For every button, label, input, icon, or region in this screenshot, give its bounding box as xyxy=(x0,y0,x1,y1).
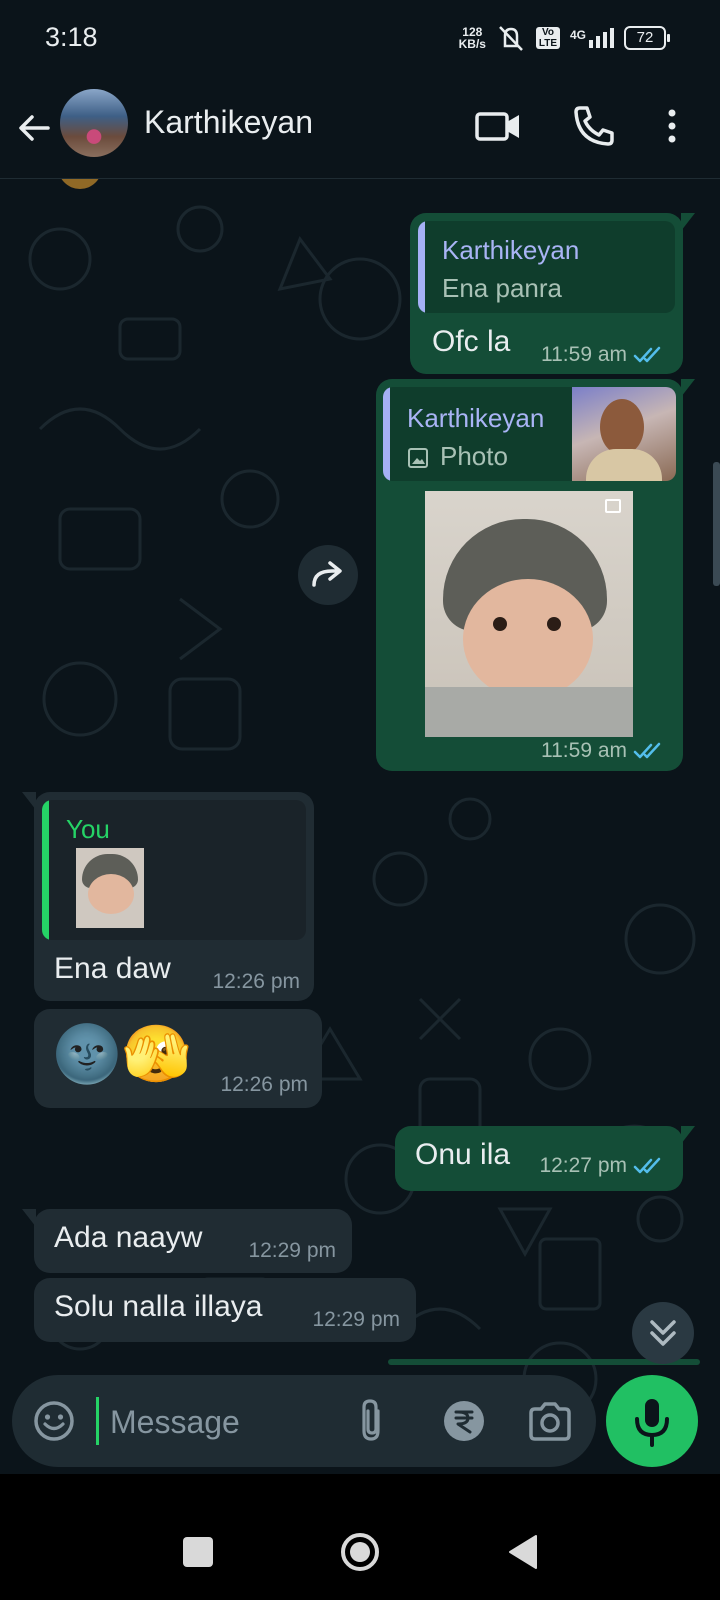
message-time: 12:29 pm xyxy=(312,1308,400,1331)
message-outgoing[interactable]: Onu ila 12:27 pm xyxy=(395,1126,695,1191)
message-input[interactable] xyxy=(96,1393,352,1451)
more-options-icon[interactable] xyxy=(660,102,684,150)
message-time: 12:29 pm xyxy=(248,1239,336,1262)
back-triangle-icon[interactable] xyxy=(506,1533,540,1571)
quote-author: Karthikeyan xyxy=(407,403,545,433)
quote-text: Photo xyxy=(440,441,508,471)
double-tick-read-icon xyxy=(633,742,661,759)
message-time: 12:26 pm xyxy=(212,970,300,993)
battery-icon: 72 xyxy=(624,26,670,50)
message-text: Ada naayw xyxy=(54,1221,203,1254)
voice-call-icon[interactable] xyxy=(570,102,618,150)
voice-message-button[interactable] xyxy=(606,1375,698,1467)
message-meta: 11:59 am xyxy=(541,343,667,367)
camera-icon[interactable] xyxy=(527,1399,573,1443)
double-tick-read-icon xyxy=(633,346,661,363)
mute-vibrate-icon xyxy=(499,26,523,51)
reply-quote[interactable]: Karthikeyan Ena panra xyxy=(418,221,675,313)
message-meta: 12:29 pm xyxy=(248,1239,336,1263)
status-bar: 3:18 128 KB/s Vo LTE 4G 72 xyxy=(0,0,720,78)
emoji-message-text: 🌚🫣 xyxy=(52,1022,192,1085)
message-meta: 12:27 pm xyxy=(539,1154,667,1178)
contact-avatar[interactable] xyxy=(60,89,128,157)
message-incoming[interactable]: Solu nalla illaya 12:29 pm xyxy=(34,1278,416,1342)
recents-square-icon[interactable] xyxy=(183,1537,213,1567)
chat-header: Karthikeyan xyxy=(0,78,720,179)
signal-icon: 4G xyxy=(570,28,614,48)
reply-quote[interactable]: Karthikeyan Photo xyxy=(383,387,676,481)
forward-icon xyxy=(312,561,342,587)
home-circle-icon[interactable] xyxy=(340,1532,380,1572)
back-arrow-icon[interactable] xyxy=(14,108,54,148)
video-call-icon[interactable] xyxy=(474,102,522,150)
emoji-icon[interactable] xyxy=(32,1399,76,1443)
status-time: 3:18 xyxy=(45,22,98,52)
message-meta: 12:26 pm xyxy=(212,970,300,994)
message-time: 12:27 pm xyxy=(539,1154,627,1177)
message-text: Solu nalla illaya xyxy=(54,1290,263,1323)
status-icons: 128 KB/s Vo LTE 4G 72 xyxy=(459,24,670,52)
message-outgoing[interactable]: Karthikeyan Ena panra Ofc la 11:59 am xyxy=(410,213,695,374)
image-icon xyxy=(408,448,428,468)
message-incoming[interactable]: You Ena daw 12:26 pm xyxy=(22,792,314,1001)
message-text: Onu ila xyxy=(415,1138,511,1171)
message-time: 11:59 am xyxy=(541,343,627,366)
scrollbar-thumb[interactable] xyxy=(713,462,720,586)
message-text: Ena daw xyxy=(54,952,171,985)
message-text: Ofc la xyxy=(432,325,511,358)
network-type: 4G xyxy=(569,28,586,42)
message-outgoing-image[interactable]: Karthikeyan Photo 11:59 am xyxy=(376,379,695,771)
quote-thumbnail xyxy=(76,848,144,928)
forward-button[interactable] xyxy=(298,545,358,605)
scroll-to-bottom-button[interactable] xyxy=(632,1302,694,1364)
message-meta: 12:29 pm xyxy=(312,1308,400,1332)
quote-author: You xyxy=(66,814,110,844)
double-tick-read-icon xyxy=(633,1157,661,1174)
message-incoming[interactable]: 🌚🫣 12:26 pm xyxy=(34,1009,322,1108)
photo-message-image[interactable] xyxy=(425,491,633,737)
quote-text: Ena panra xyxy=(442,273,562,303)
quote-author: Karthikeyan xyxy=(442,235,580,265)
contact-name[interactable]: Karthikeyan xyxy=(144,104,313,141)
double-chevron-down-icon xyxy=(650,1320,676,1346)
paperclip-icon[interactable] xyxy=(352,1397,392,1445)
message-meta: 12:26 pm xyxy=(220,1073,308,1097)
message-incoming[interactable]: Ada naayw 12:29 pm xyxy=(22,1209,352,1273)
message-meta: 11:59 am xyxy=(541,739,667,763)
message-time: 11:59 am xyxy=(541,739,627,762)
volte-icon: Vo LTE xyxy=(535,27,560,49)
microphone-icon xyxy=(635,1399,669,1447)
net-speed: 128 KB/s xyxy=(459,26,486,50)
quote-thumbnail xyxy=(572,387,676,481)
chat-area[interactable]: Karthikeyan Ena panra Ofc la 11:59 am Ka… xyxy=(0,179,720,1503)
reply-quote[interactable]: You xyxy=(42,800,306,940)
message-composer xyxy=(12,1375,596,1467)
payment-rupee-icon[interactable] xyxy=(442,1399,486,1443)
net-speed-unit: KB/s xyxy=(458,37,486,51)
message-time: 12:26 pm xyxy=(220,1073,308,1096)
